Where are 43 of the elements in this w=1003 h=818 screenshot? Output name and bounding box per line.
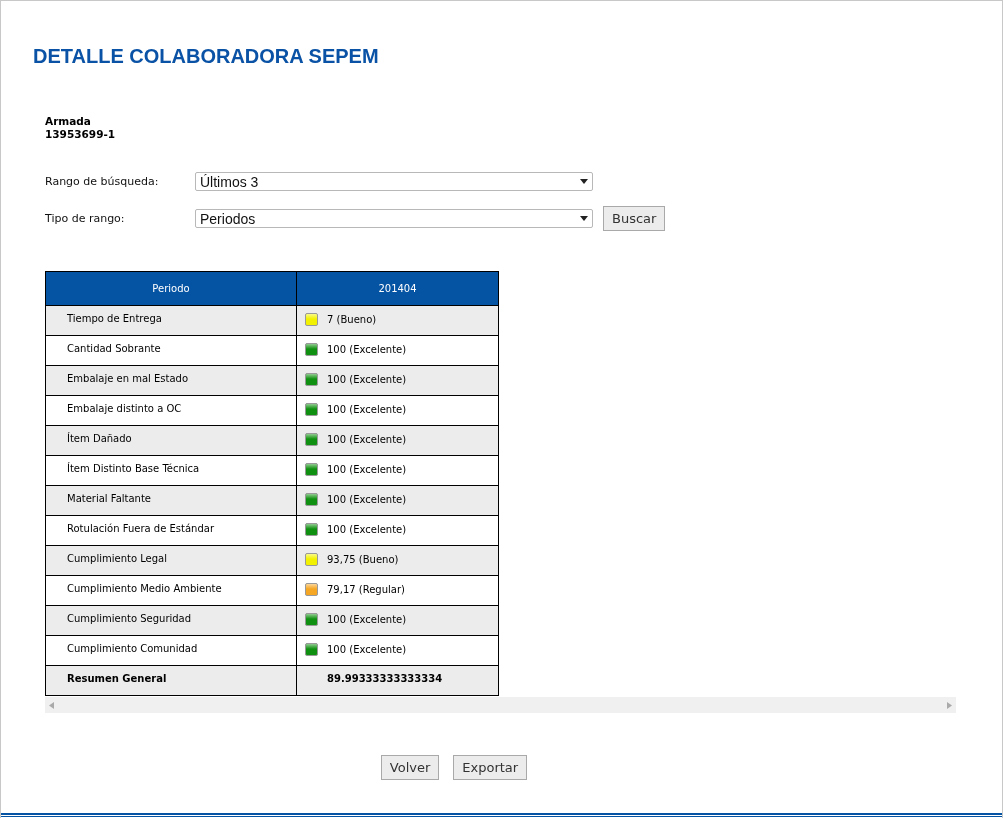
table-cell: Ítem Distinto Base Técnica (45, 455, 297, 486)
supplier-name: Armada (45, 115, 91, 128)
table-cell: Embalaje en mal Estado (45, 365, 297, 396)
table-cell: Rotulación Fuera de Estándar (45, 515, 297, 546)
horizontal-scrollbar[interactable] (45, 697, 956, 713)
table-cell: Cumplimiento Seguridad (45, 605, 297, 636)
table-cell: 100 (Excelente) (327, 524, 407, 535)
table-cell: 100 (Excelente) (327, 434, 407, 445)
back-button[interactable]: Volver (380, 755, 440, 780)
table-cell: Material Faltante (45, 485, 297, 516)
right-arrow-icon[interactable] (947, 701, 952, 709)
table-cell: 79,17 (Regular) (327, 584, 405, 595)
export-button[interactable]: Exportar (453, 755, 528, 780)
field-label: Tipo de rango: (45, 212, 126, 225)
table-cell: 100 (Excelente) (327, 374, 407, 385)
table-cell: Cumplimiento Comunidad (45, 635, 297, 666)
table-cell: Cumplimiento Legal (45, 545, 297, 576)
table-cell: 100 (Excelente) (327, 404, 407, 415)
table-cell: 100 (Excelente) (327, 494, 407, 505)
summary-value: 89.99333333333334 (296, 665, 499, 696)
caret-icon (580, 216, 588, 221)
summary-label: Resumen General (45, 665, 297, 696)
table-cell: 100 (Excelente) (327, 644, 407, 655)
table-cell: 100 (Excelente) (327, 344, 407, 355)
dropdown[interactable]: Periodos (195, 209, 593, 228)
column-header: Periodo (45, 271, 297, 306)
table-cell: Cumplimiento Medio Ambiente (45, 575, 297, 606)
table-cell: 93,75 (Bueno) (327, 554, 399, 565)
table-cell: 100 (Excelente) (327, 464, 407, 475)
table-cell: Ítem Dañado (45, 425, 297, 456)
left-arrow-icon[interactable] (49, 701, 54, 709)
table-cell: Tiempo de Entrega (45, 305, 297, 336)
table-cell: Cantidad Sobrante (45, 335, 297, 366)
caret-icon (580, 179, 588, 184)
column-header: 201404 (296, 271, 499, 306)
dropdown[interactable]: Últimos 3 (195, 172, 593, 191)
supplier-id: 13953699-1 (45, 128, 116, 141)
page-title: DETALLE COLABORADORA SEPEM (33, 45, 380, 69)
table-cell: 7 (Bueno) (327, 314, 377, 325)
search-button[interactable]: Buscar (603, 206, 666, 231)
field-label: Rango de búsqueda: (45, 175, 160, 188)
table-cell: Embalaje distinto a OC (45, 395, 297, 426)
table-cell: 100 (Excelente) (327, 614, 407, 625)
